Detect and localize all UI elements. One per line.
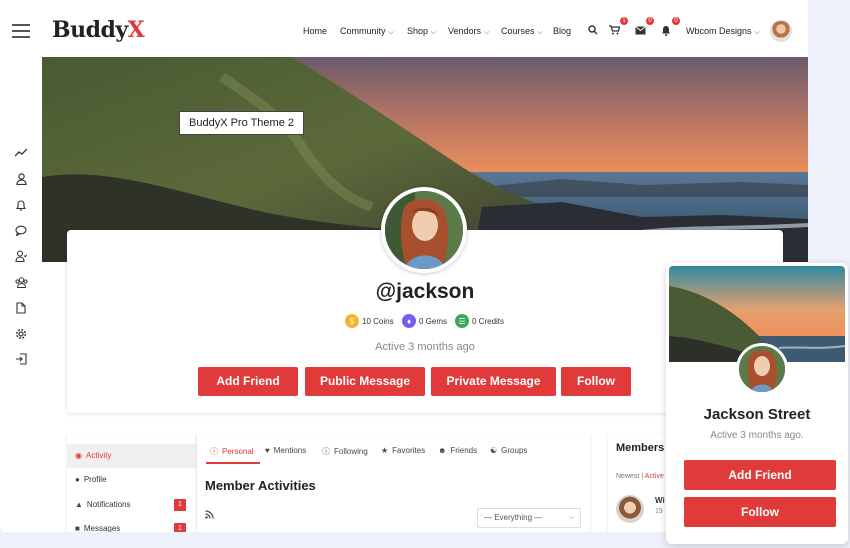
activity-icon[interactable] (14, 146, 28, 160)
gem-icon: ♦ (402, 314, 416, 328)
member-hover-card: Jackson Street Active 3 months ago. Add … (666, 263, 848, 544)
friends-icon[interactable] (14, 249, 28, 263)
user-icon[interactable] (14, 172, 28, 186)
nav-item-blog[interactable]: Blog (553, 26, 571, 36)
activity-panel: ⓘ Personal ♥ Mentions ⓘ Following ★ Favorite… (197, 433, 590, 532)
tab-following[interactable]: ⓘ Following (322, 446, 368, 457)
tab-personal[interactable]: ⓘ Personal (210, 446, 254, 457)
profile-nav-menu: ◉ Activity ● Profile ▲ Notifications 1 ■ Mess… (67, 433, 196, 532)
points-coins: $10 Coins (345, 313, 394, 329)
user-avatar[interactable] (770, 20, 792, 42)
nav-item-vendors[interactable]: Vendors ⌵ (448, 26, 489, 37)
site-logo[interactable]: BuddyX (52, 17, 145, 43)
profile-avatar[interactable] (381, 187, 467, 273)
tab-friends[interactable]: ☻ Friends (438, 446, 477, 455)
tab-favorites[interactable]: ★ Favorites (381, 446, 425, 455)
chevron-down-icon: ⌵ (568, 514, 574, 521)
credits-icon: ☰ (455, 314, 469, 328)
menu-item-messages[interactable]: ■ Messages 1 (67, 517, 196, 532)
hover-card-follow-button[interactable]: Follow (684, 497, 836, 527)
envelope-icon: ■ (75, 524, 80, 532)
bell-icon[interactable] (14, 198, 28, 212)
last-active: Active 3 months ago (375, 341, 475, 353)
hamburger-menu-icon[interactable] (12, 24, 30, 38)
hover-card-avatar[interactable] (736, 343, 788, 395)
section-title: Member Activities (205, 478, 316, 493)
thumbs-up-icon: ★ (381, 446, 389, 455)
notifications-badge: 0 (672, 17, 680, 25)
members-widget-tabs: Newest | Active (616, 473, 664, 480)
public-message-button[interactable]: Public Message (305, 367, 425, 396)
cart-icon[interactable]: 1 (606, 17, 628, 38)
theme-tooltip: BuddyX Pro Theme 2 (179, 111, 304, 135)
hover-card-add-friend-button[interactable]: Add Friend (684, 460, 836, 490)
member-meta: 19 (655, 508, 663, 515)
nav-item-home[interactable]: Home (303, 26, 327, 36)
messages-icon[interactable]: 0 (632, 17, 654, 38)
nav-item-community[interactable]: Community ⌵ (340, 26, 394, 37)
coin-icon: $ (345, 314, 359, 328)
left-sidebar (0, 57, 42, 532)
follow-button[interactable]: Follow (561, 367, 631, 396)
chevron-down-icon: ⌵ (388, 29, 394, 36)
menu-item-activity[interactable]: ◉ Activity (67, 444, 196, 468)
chevron-down-icon: ⌵ (754, 29, 760, 36)
member-name[interactable]: Wi (655, 496, 665, 505)
friends-icon: ☻ (438, 446, 447, 455)
messages-badge: 0 (646, 17, 654, 25)
rss-icon[interactable] (205, 510, 214, 521)
profile-handle: @jackson (375, 280, 475, 303)
members-widget-title: Members (616, 442, 665, 454)
private-message-button[interactable]: Private Message (431, 367, 556, 396)
info-icon: ⓘ (210, 447, 218, 456)
tab-active[interactable]: Active (645, 473, 664, 480)
chevron-down-icon: ⌵ (431, 29, 437, 36)
bell-icon: ▲ (75, 500, 83, 509)
bell-icon[interactable]: 0 (658, 17, 680, 38)
user-menu[interactable]: Wbcom Designs ⌵ (686, 26, 760, 37)
chat-icon[interactable] (14, 223, 28, 237)
tab-mentions[interactable]: ♥ Mentions (265, 446, 306, 455)
hover-card-name[interactable]: Jackson Street (666, 406, 848, 423)
points-credits: ☰ 0 Credits (455, 313, 504, 329)
active-tab-indicator (206, 462, 260, 464)
activity-filter-select[interactable]: — Everything — ⌵ (477, 508, 581, 528)
chevron-down-icon: ⌵ (537, 29, 543, 36)
logout-icon[interactable] (14, 352, 28, 366)
groups-icon[interactable] (14, 275, 28, 289)
nav-item-courses[interactable]: Courses ⌵ (501, 26, 543, 37)
settings-icon[interactable] (14, 327, 28, 341)
hover-card-last-active: Active 3 months ago. (710, 430, 804, 441)
messages-count-badge: 1 (174, 523, 186, 532)
member-avatar[interactable] (616, 495, 644, 523)
tab-groups[interactable]: ☯ Groups (490, 446, 527, 455)
nav-item-shop[interactable]: Shop ⌵ (407, 26, 436, 37)
cart-badge: 1 (620, 17, 628, 25)
menu-item-profile[interactable]: ● Profile (67, 468, 196, 492)
top-header: BuddyX Home Community ⌵ Shop ⌵ Vendors ⌵ Co… (0, 0, 808, 57)
info-icon: ⓘ (322, 447, 330, 456)
points-gems: ♦ 0 Gems (402, 313, 447, 329)
document-icon[interactable] (14, 301, 28, 315)
menu-item-notifications[interactable]: ▲ Notifications 1 (67, 493, 196, 517)
user-icon: ● (75, 475, 80, 484)
add-friend-button[interactable]: Add Friend (198, 367, 298, 396)
search-icon[interactable] (585, 22, 601, 38)
notifications-count-badge: 1 (174, 499, 186, 511)
groups-icon: ☯ (490, 446, 498, 455)
chevron-down-icon: ⌵ (484, 29, 490, 36)
heart-icon: ♥ (265, 446, 270, 455)
chat-icon: ◉ (75, 451, 82, 460)
tab-newest[interactable]: Newest (616, 473, 639, 480)
